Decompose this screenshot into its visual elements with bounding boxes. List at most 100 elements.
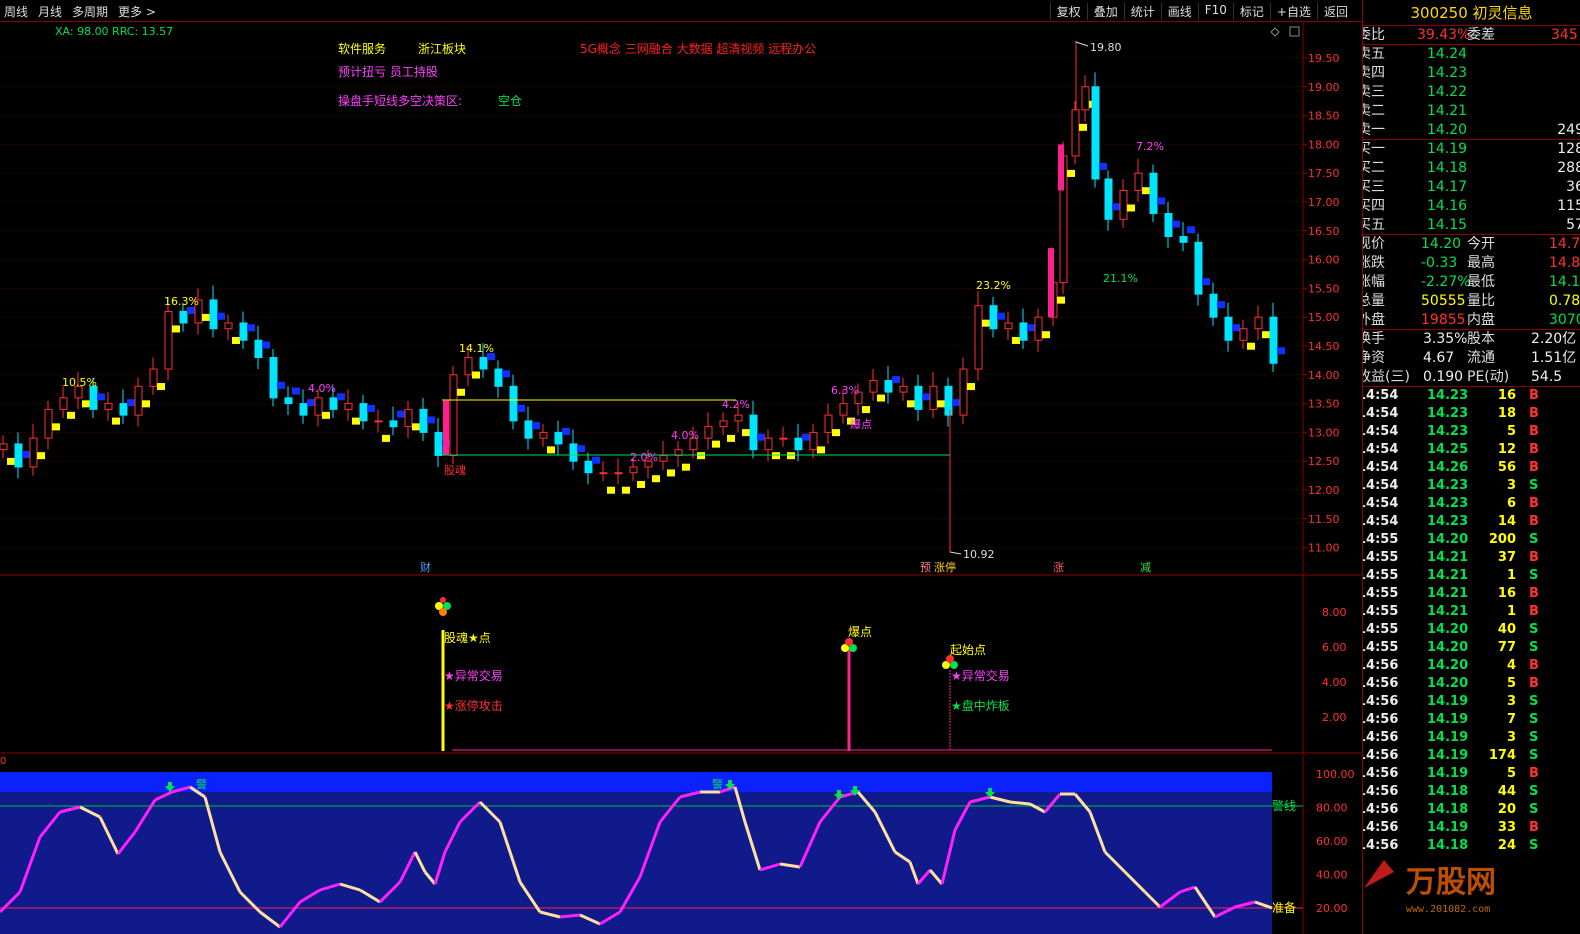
- tick-time: 14:56: [1363, 802, 1399, 817]
- stats-button[interactable]: 统计: [1123, 3, 1161, 20]
- price-tick-label: 14.00: [1308, 369, 1340, 382]
- stat-label-2: 量比: [1467, 293, 1495, 309]
- tick-row: 14:56 14.18 44 S: [1363, 783, 1580, 801]
- bid-row: 买三 14.17 36: [1363, 178, 1580, 197]
- more-button[interactable]: 更多 >: [118, 3, 156, 20]
- tick-volume: 1: [1506, 604, 1516, 619]
- tick-time: 14:55: [1363, 586, 1399, 601]
- tick-row: 14:54 14.23 14 B: [1363, 513, 1580, 531]
- ask-volume: 249: [1557, 122, 1580, 138]
- bid-price: 14.19: [1427, 141, 1468, 157]
- signal-axis: 8.00 6.00 4.00 2.00: [1322, 606, 1347, 724]
- ready-label: 准备: [1272, 901, 1296, 915]
- chart-area[interactable]: 19.50 19.00 18.50 18.00 17.50 17.00 16.50 16.00…: [0, 22, 1362, 934]
- tick-side: B: [1529, 406, 1539, 421]
- stat-label: 外盘: [1363, 312, 1385, 328]
- add-watchlist-button[interactable]: +自选: [1269, 3, 1317, 20]
- main-panel: [0, 22, 1362, 575]
- multi-period-button[interactable]: 多周期: [72, 3, 108, 20]
- monthly-button[interactable]: 月线: [38, 3, 62, 20]
- bid-label: 买一: [1363, 141, 1385, 157]
- back-button[interactable]: 返回: [1316, 3, 1354, 20]
- bid-price: 14.17: [1427, 179, 1468, 195]
- oscillator-tick-label: 20.00: [1316, 902, 1348, 915]
- tick-price: 14.20: [1427, 676, 1469, 691]
- tick-row: 14:54 14.25 12 B: [1363, 441, 1580, 459]
- stat-value: 3.35%: [1423, 331, 1468, 347]
- signal-panel: [435, 597, 1272, 751]
- label-7-2pct: 7.2%: [1136, 140, 1164, 153]
- stat-label: 现价: [1363, 236, 1385, 252]
- tick-volume: 44: [1497, 784, 1516, 799]
- tick-time: 14:54: [1363, 496, 1399, 511]
- bid-volume: 36: [1566, 179, 1580, 195]
- marker-limitup[interactable]: 涨停: [934, 560, 956, 574]
- tick-price: 14.21: [1427, 568, 1469, 583]
- ask-row: 卖二 14.21: [1363, 102, 1580, 121]
- stat-value-2: 14.87: [1549, 255, 1580, 271]
- tick-time: 14:55: [1363, 604, 1399, 619]
- warn-marker-2: 警: [712, 777, 723, 791]
- tick-price: 14.23: [1427, 496, 1469, 511]
- tick-row: 14:55 14.20 40 S: [1363, 621, 1580, 639]
- stat-label-2: 最低: [1467, 274, 1495, 290]
- tick-side: S: [1529, 532, 1539, 547]
- f10-button[interactable]: F10: [1197, 3, 1233, 20]
- bid-book: 买一14.19128买二14.18288买三14.1736买四14.16115买…: [1363, 140, 1580, 235]
- bid-row: 买四 14.16 115: [1363, 197, 1580, 216]
- oscillator-tick-label: 40.00: [1316, 869, 1348, 882]
- tick-volume: 16: [1497, 388, 1516, 403]
- tick-side: B: [1529, 388, 1539, 403]
- price-tick-label: 17.50: [1308, 167, 1340, 180]
- bid-price: 14.18: [1427, 160, 1468, 176]
- draw-line-button[interactable]: 画线: [1160, 3, 1198, 20]
- signal-limitup: ★涨停攻击: [444, 698, 503, 713]
- tick-side: B: [1529, 658, 1539, 673]
- ask-row: 卖四 14.23: [1363, 64, 1580, 83]
- ask-book: 卖五 14.24 卖四 14.23 卖三 14.22 卖二 14.21 卖一 14.20 249: [1363, 45, 1580, 140]
- bid-row: 买二 14.18 288: [1363, 159, 1580, 178]
- marker-zhang[interactable]: 涨: [1053, 561, 1064, 574]
- tick-volume: 24: [1497, 838, 1516, 853]
- tick-price: 14.21: [1427, 550, 1469, 565]
- tick-volume: 5: [1506, 424, 1516, 439]
- tick-price: 14.19: [1427, 766, 1469, 781]
- tick-row: 14:56 14.19 7S: [1363, 711, 1580, 729]
- overlay-button[interactable]: 叠加: [1086, 3, 1124, 20]
- weekly-button[interactable]: 周线: [4, 3, 28, 20]
- price-tick-label: 14.50: [1308, 340, 1340, 353]
- tick-time: 14:56: [1363, 766, 1399, 781]
- tick-time: 14:55: [1363, 568, 1399, 583]
- stat-label-2: 今开: [1467, 236, 1495, 252]
- low-price-label: 10.92: [963, 548, 995, 561]
- signal-zhaban: ★盘中炸板: [951, 698, 1010, 713]
- tick-side: S: [1529, 838, 1539, 853]
- marker-yu[interactable]: 预: [920, 561, 931, 574]
- price-tick-label: 16.50: [1308, 225, 1340, 238]
- tick-time: 14:55: [1363, 640, 1399, 655]
- mark-button[interactable]: 标记: [1232, 3, 1270, 20]
- marker-jian[interactable]: 减: [1140, 561, 1151, 574]
- tick-price: 14.25: [1427, 442, 1469, 457]
- stat2-row: 净资 4.67 流通 1.51亿: [1363, 349, 1580, 368]
- adjust-button[interactable]: 复权: [1049, 3, 1087, 20]
- tick-volume: 6: [1506, 496, 1516, 511]
- price-tick-label: 15.50: [1308, 282, 1340, 295]
- weibi-label: 委比: [1363, 27, 1385, 43]
- label-4-2pct: 4.2%: [722, 398, 750, 411]
- stat-label: 收益(三): [1362, 369, 1410, 385]
- marker-cai[interactable]: 财: [420, 560, 431, 574]
- tick-row: 14:55 14.21 37 B: [1363, 549, 1580, 567]
- tick-list[interactable]: 14:5414.2316B14:5414.2318B14:5414.235B14…: [1363, 387, 1580, 855]
- tick-time: 14:55: [1363, 550, 1399, 565]
- indicator-readout: XA: 98.00 RRC: 13.57: [55, 25, 173, 38]
- tick-price: 14.21: [1427, 586, 1469, 601]
- stat-value-2: 1.51亿: [1531, 350, 1577, 366]
- tick-price: 14.18: [1427, 802, 1469, 817]
- tick-row: 14:54 14.23 3S: [1363, 477, 1580, 495]
- bid-label: 买三: [1363, 179, 1385, 195]
- ask-label: 卖三: [1363, 84, 1385, 100]
- strategy-value: 空仓: [498, 94, 522, 108]
- tick-time: 14:56: [1363, 748, 1399, 763]
- stat-label-2: PE(动): [1467, 369, 1510, 385]
